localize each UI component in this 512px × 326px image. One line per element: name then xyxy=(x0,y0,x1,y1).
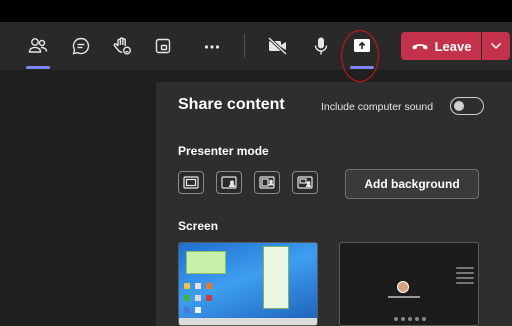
avatar xyxy=(397,281,409,293)
share-content-panel: Share content Include computer sound Pre… xyxy=(156,82,512,326)
desktop-taskbar xyxy=(179,318,317,325)
window-top-strip xyxy=(0,0,512,22)
desktop-icon xyxy=(195,307,201,313)
desktop-icon xyxy=(195,283,201,289)
chevron-down-icon xyxy=(490,42,502,50)
raise-hand-icon xyxy=(113,37,131,55)
desktop-window-preview xyxy=(263,246,289,309)
leave-options-button[interactable] xyxy=(482,32,510,60)
meeting-controls-preview xyxy=(380,317,440,321)
participant-name-line xyxy=(388,296,420,298)
side-panel-preview xyxy=(456,267,474,289)
screen-section-label: Screen xyxy=(178,219,219,233)
mic-icon xyxy=(314,37,328,55)
side-by-side-icon xyxy=(259,176,275,189)
desktop-icon xyxy=(195,295,201,301)
meeting-toolbar: Leave xyxy=(0,22,512,70)
include-sound-toggle[interactable] xyxy=(450,97,484,115)
people-active-indicator xyxy=(26,66,50,69)
people-icon xyxy=(28,38,48,53)
meeting-stage xyxy=(0,70,156,326)
view-button[interactable] xyxy=(148,31,178,61)
reporter-icon xyxy=(297,176,313,189)
more-icon xyxy=(204,45,220,49)
desktop-icon xyxy=(184,307,190,313)
leave-label: Leave xyxy=(434,38,472,54)
standout-icon xyxy=(221,176,237,189)
camera-off-icon xyxy=(267,36,288,56)
desktop-icon xyxy=(206,295,212,301)
desktop-icon xyxy=(184,283,190,289)
people-button[interactable] xyxy=(23,31,53,61)
camera-button[interactable] xyxy=(263,31,293,61)
phone-hangup-icon xyxy=(412,44,428,50)
leave-button[interactable]: Leave xyxy=(401,32,481,60)
toolbar-divider xyxy=(244,34,245,58)
mic-button[interactable] xyxy=(306,31,336,61)
presenter-mode-content-only[interactable] xyxy=(178,171,204,194)
view-icon xyxy=(155,38,171,54)
desktop-icon xyxy=(206,283,212,289)
raise-hand-button[interactable] xyxy=(107,31,137,61)
chat-button[interactable] xyxy=(66,31,96,61)
presenter-mode-side-by-side[interactable] xyxy=(254,171,280,194)
presenter-mode-label: Presenter mode xyxy=(178,144,269,158)
chat-icon xyxy=(72,37,90,55)
presenter-mode-standout[interactable] xyxy=(216,171,242,194)
include-sound-label: Include computer sound xyxy=(321,101,434,113)
desktop-window-preview xyxy=(186,251,226,274)
add-background-button[interactable]: Add background xyxy=(345,169,479,199)
red-annotation-circle xyxy=(341,30,379,82)
presenter-mode-reporter[interactable] xyxy=(292,171,318,194)
desktop-icon xyxy=(184,295,190,301)
more-button[interactable] xyxy=(197,31,227,61)
panel-title: Share content xyxy=(178,96,285,113)
screen-2-thumbnail[interactable] xyxy=(339,242,479,326)
content-only-icon xyxy=(183,176,199,189)
screen-1-thumbnail[interactable] xyxy=(178,242,318,326)
toggle-knob xyxy=(454,100,464,111)
